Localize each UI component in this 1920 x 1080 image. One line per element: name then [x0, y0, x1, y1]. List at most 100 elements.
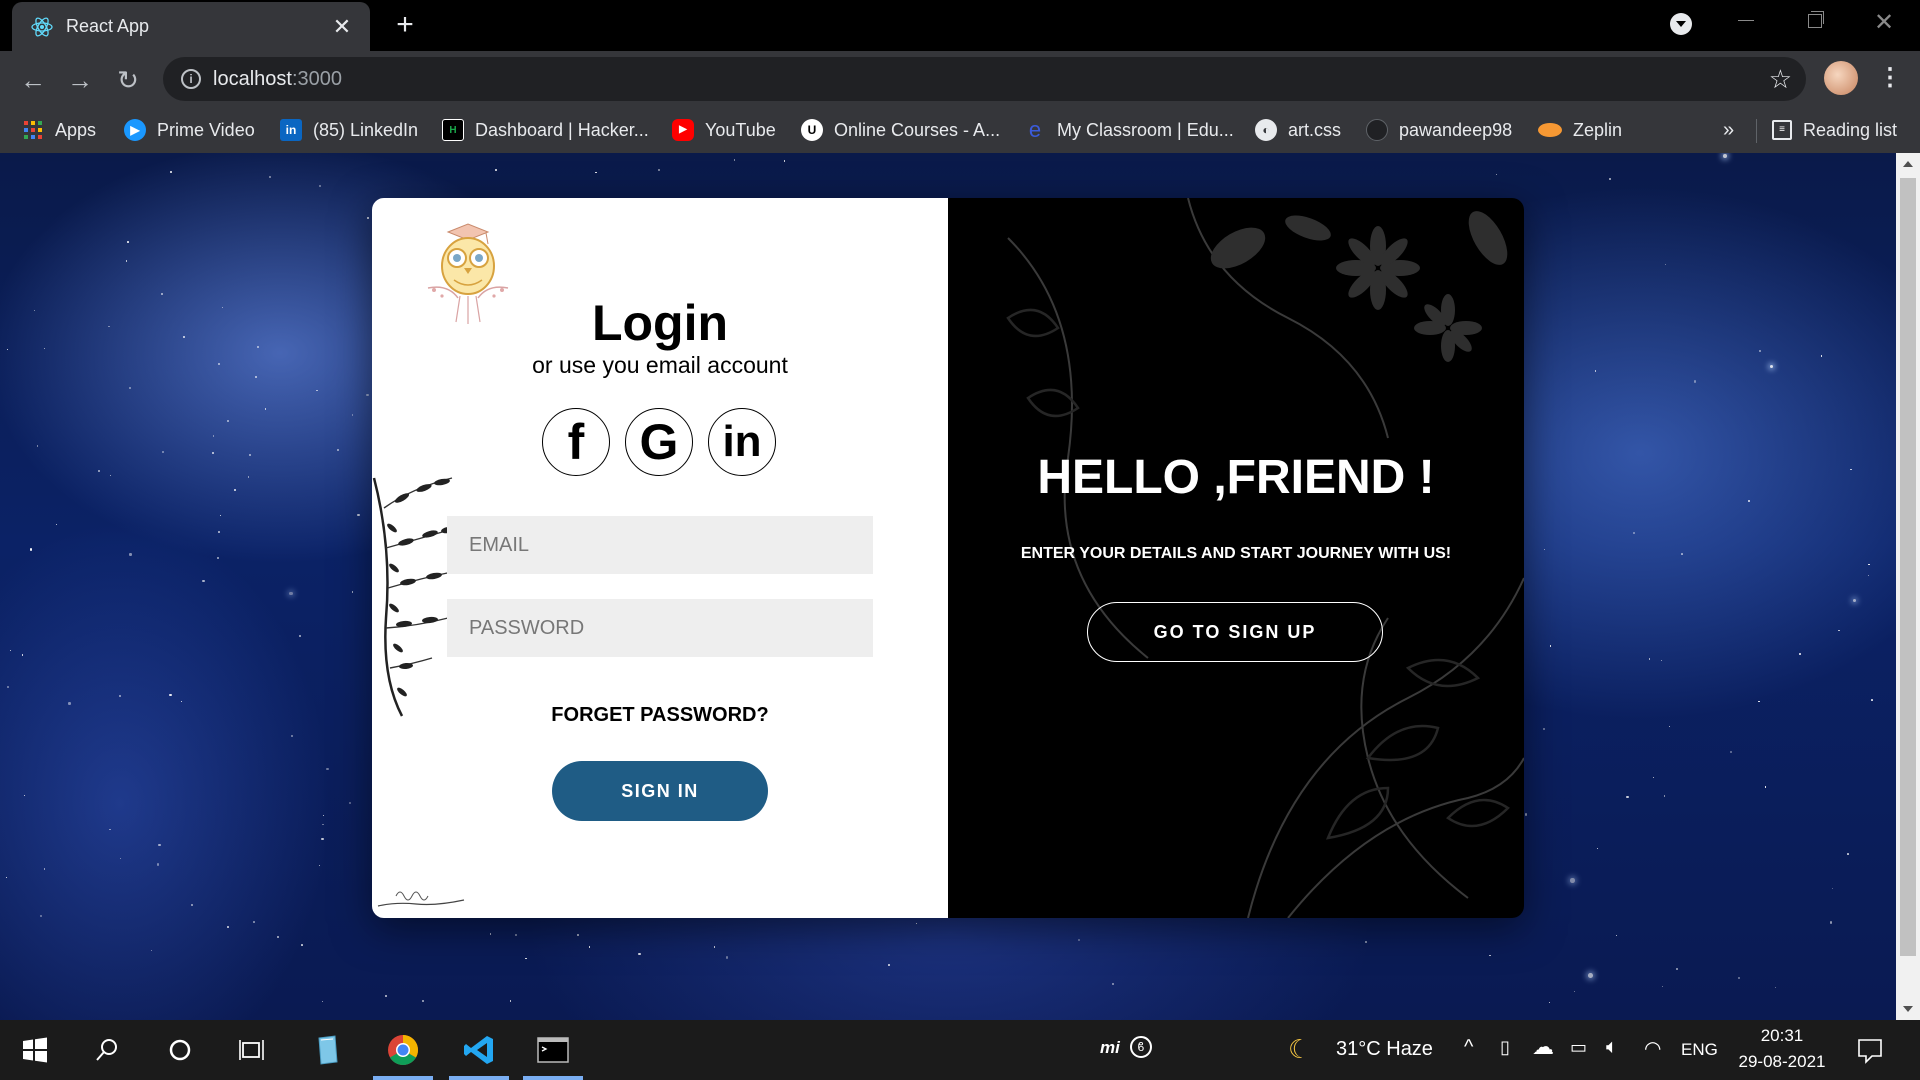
star-dot	[37, 445, 39, 447]
windows-taskbar: mi ϐ ☾ 31°C Haze ^ ▯ ☁ ▭ 🔈︎ ◠ ENG 20:31 …	[0, 1020, 1920, 1080]
tree-branch-decoration	[372, 477, 457, 717]
cortana-icon[interactable]	[162, 1032, 198, 1068]
star-dot	[1077, 938, 1080, 941]
google-icon: G	[639, 414, 679, 470]
bookmark-youtube[interactable]: ▶ YouTube	[672, 117, 776, 143]
star-dot	[289, 591, 293, 596]
weather-moon-icon[interactable]: ☾	[1288, 1034, 1311, 1065]
star-dot	[269, 175, 272, 178]
star-dot	[1652, 776, 1655, 779]
window-close-icon[interactable]: ✕	[1874, 8, 1894, 37]
clock-date[interactable]: 29-08-2021	[1736, 1052, 1828, 1072]
terminal-app-icon[interactable]	[535, 1032, 571, 1068]
window-minimize-icon[interactable]	[1738, 20, 1754, 21]
email-input[interactable]	[447, 516, 873, 574]
reading-list-button[interactable]: ≡ Reading list	[1772, 117, 1897, 143]
star-dot	[783, 160, 786, 162]
star-dot	[318, 185, 322, 188]
chrome-app-icon[interactable]	[385, 1032, 421, 1068]
star-dot	[1111, 982, 1115, 985]
sign-in-button[interactable]: SIGN IN	[552, 761, 768, 821]
browser-tab[interactable]: React App ✕	[12, 2, 370, 51]
forward-arrow-icon[interactable]: →	[63, 63, 97, 97]
scrollbar-thumb[interactable]	[1900, 178, 1916, 956]
battery-icon[interactable]: ▭	[1570, 1037, 1587, 1058]
address-bar[interactable]: i localhost:3000 ☆	[163, 57, 1806, 101]
onedrive-cloud-icon[interactable]: ☁	[1532, 1034, 1554, 1060]
star-dot	[316, 390, 318, 392]
task-view-icon[interactable]	[234, 1032, 270, 1068]
linkedin-icon: in	[722, 417, 762, 466]
tray-device-icon[interactable]: ▯	[1500, 1037, 1510, 1058]
tab-close-icon[interactable]: ✕	[330, 14, 354, 40]
facebook-login-button[interactable]: f	[542, 408, 610, 476]
star-dot	[1664, 264, 1666, 266]
search-icon[interactable]	[89, 1032, 125, 1068]
bookmark-github[interactable]: pawandeep98	[1366, 117, 1512, 143]
notepad-app-icon[interactable]	[309, 1032, 345, 1068]
clock-time[interactable]: 20:31	[1736, 1026, 1828, 1046]
go-to-sign-up-button[interactable]: GO TO SIGN UP	[1087, 602, 1383, 662]
linkedin-login-button[interactable]: in	[708, 408, 776, 476]
bookmark-prime-video[interactable]: ▶ Prime Video	[124, 117, 255, 143]
profile-avatar[interactable]	[1824, 61, 1858, 95]
google-login-button[interactable]: G	[625, 408, 693, 476]
tab-search-icon[interactable]	[1670, 13, 1692, 35]
wifi-icon[interactable]: ◠	[1644, 1036, 1661, 1061]
star-dot	[1594, 369, 1597, 372]
password-input[interactable]	[447, 599, 873, 657]
star-dot	[1758, 701, 1760, 703]
star-dot	[351, 591, 354, 593]
star-dot	[725, 956, 729, 959]
windows-start-icon[interactable]	[17, 1032, 53, 1068]
apps-grid-icon	[24, 121, 42, 139]
mi-share-icon[interactable]: ϐ	[1130, 1036, 1152, 1058]
bookmarks-overflow-icon[interactable]: »	[1723, 119, 1734, 142]
bookmark-my-classroom[interactable]: e My Classroom | Edu...	[1024, 117, 1234, 143]
bookmark-label: YouTube	[705, 119, 776, 140]
page-viewport: Login or use you email account f G in EM…	[0, 153, 1896, 1020]
star-dot	[264, 408, 267, 410]
bookmark-label: pawandeep98	[1399, 119, 1513, 140]
star-dot	[40, 915, 43, 918]
bookmark-online-courses[interactable]: U Online Courses - A...	[801, 117, 1000, 143]
bookmark-art-css[interactable]: ◐ art.css	[1255, 117, 1341, 143]
window-restore-icon[interactable]	[1808, 11, 1824, 28]
star-dot	[298, 634, 301, 637]
forget-password-link[interactable]: FORGET PASSWORD?	[372, 704, 948, 727]
page-scrollbar[interactable]	[1896, 153, 1920, 1020]
mi-icon[interactable]: mi	[1100, 1038, 1120, 1058]
new-tab-button[interactable]: +	[388, 8, 422, 42]
bookmark-star-icon[interactable]: ☆	[1769, 64, 1792, 95]
scroll-down-arrow-icon[interactable]	[1903, 1006, 1913, 1012]
bookmark-linkedin[interactable]: in (85) LinkedIn	[280, 117, 418, 143]
star-dot	[349, 801, 352, 805]
star-dot	[915, 922, 918, 924]
tray-overflow-icon[interactable]: ^	[1464, 1036, 1473, 1059]
bookmark-apps[interactable]: Apps	[22, 117, 96, 143]
bookmark-hackerrank[interactable]: H Dashboard | Hacker...	[442, 117, 649, 143]
star-dot	[6, 685, 9, 688]
star-dot	[169, 693, 172, 696]
back-arrow-icon[interactable]: ←	[16, 63, 50, 97]
star-dot	[1838, 630, 1840, 632]
star-dot	[1365, 940, 1368, 943]
star-dot	[182, 335, 186, 339]
vscode-app-icon[interactable]	[461, 1032, 497, 1068]
star-dot	[218, 531, 221, 534]
volume-icon[interactable]: 🔈︎	[1606, 1036, 1618, 1059]
browser-menu-icon[interactable]: ⋮	[1878, 61, 1902, 95]
url-text: localhost:3000	[213, 68, 342, 91]
star-dot	[150, 949, 153, 952]
language-indicator[interactable]: ENG	[1681, 1040, 1718, 1060]
scroll-up-arrow-icon[interactable]	[1903, 161, 1913, 167]
star-dot	[1820, 355, 1823, 357]
site-info-icon[interactable]: i	[181, 69, 201, 89]
weather-text[interactable]: 31°C Haze	[1336, 1038, 1433, 1061]
star-dot	[202, 579, 205, 583]
notifications-icon[interactable]	[1852, 1032, 1888, 1068]
bookmark-zeplin[interactable]: Zeplin	[1538, 117, 1622, 143]
star-dot	[1543, 728, 1545, 730]
star-dot	[1729, 750, 1732, 753]
reload-icon[interactable]: ↻	[111, 63, 145, 97]
